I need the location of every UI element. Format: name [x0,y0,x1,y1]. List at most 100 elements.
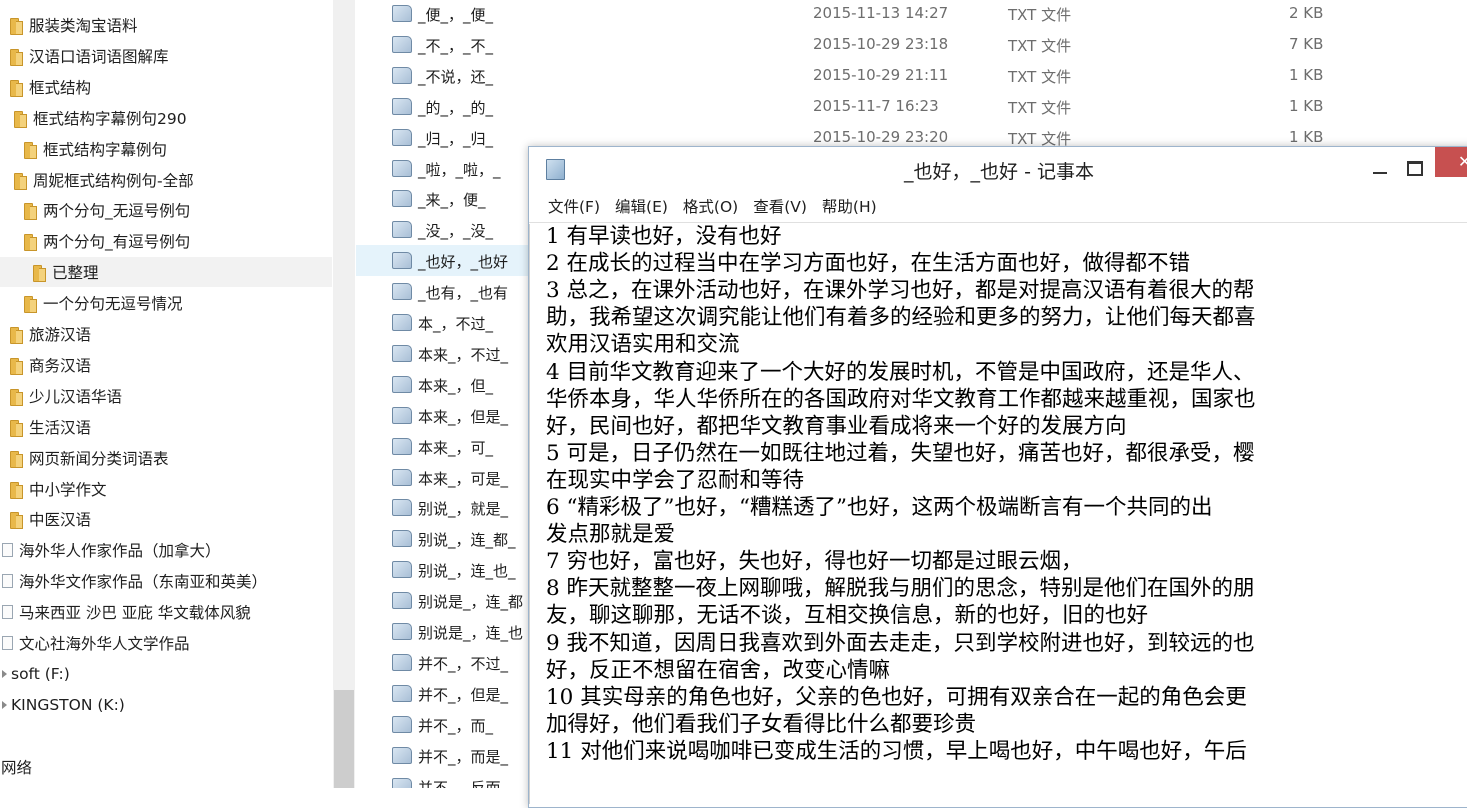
file-size: 1 KB [1289,96,1324,115]
folder-icon [10,450,23,468]
text-file-icon [392,684,412,702]
navigation-scrollbar[interactable] [333,0,355,788]
text-file-icon [392,437,412,455]
nav-item[interactable]: 一个分句无逗号情况 [0,288,332,318]
maximize-button[interactable] [1399,155,1429,181]
folder-icon [24,295,37,314]
notepad-text-area[interactable]: 1 有早读也好，没有也好 2 在成长的过程当中在学习方面也好，在生活方面也好，做得… [529,224,1467,804]
nav-item-label: 旅游汉语 [29,326,92,344]
nav-item[interactable]: 已整理 [0,257,332,288]
nav-item-label: 文心社海外华人文学作品 [19,635,190,653]
menu-item[interactable]: 文件(F) [548,195,600,217]
expand-arrow-icon[interactable] [2,669,7,678]
file-type: TXT 文件 [1008,36,1072,55]
folder-icon [24,202,37,221]
menu-item[interactable]: 查看(V) [753,195,807,217]
nav-item[interactable]: 中医汉语 [0,504,332,534]
nav-item[interactable]: 框式结构字幕例句290 [0,103,332,133]
file-size: 2 KB [1289,4,1324,22]
document-icon [2,605,13,620]
text-line: 友，聊这聊那，无话不谈，互相交换信息，新的也好，旧的也好 [546,603,1149,629]
text-line: 助，我希望这次调究能让他们有着多的经验和更多的努力，让他们每天都喜 [546,305,1256,331]
nav-item[interactable]: 商务汉语 [0,350,332,380]
folder-icon [33,264,46,283]
text-file-icon [392,623,412,640]
nav-item[interactable]: 周妮框式结构例句-全部 [0,165,332,195]
text-file-icon [392,653,412,671]
close-button[interactable] [1435,147,1467,177]
file-size: 1 KB [1289,65,1324,84]
nav-item[interactable]: 框式结构 [0,72,332,102]
nav-item[interactable]: 少儿汉语华语 [0,381,332,411]
file-name: _也有，_也有 [418,284,509,303]
nav-item-label: KINGSTON (K:) [11,695,125,714]
text-file-icon [392,592,412,610]
minimize-button[interactable] [1365,155,1395,181]
menu-item[interactable]: 格式(O) [683,195,738,217]
file-row[interactable]: _不_，_不_ 2015-10-29 23:18 TXT 文件 7 KB [356,29,1467,60]
file-name: 本来_，但是_ [418,407,509,426]
text-file-icon [392,252,412,270]
nav-item[interactable]: 两个分句_无逗号例句 [0,195,332,225]
nav-item[interactable]: 服装类淘宝语料 [0,10,332,40]
file-type: TXT 文件 [1008,6,1072,24]
notepad-window[interactable]: _也好，_也好 - 记事本 文件(F)编辑(E)格式(O)查看(V)帮助(H) … [528,146,1467,808]
menu-item[interactable]: 编辑(E) [615,195,668,217]
menu-item[interactable]: 帮助(H) [822,195,877,217]
file-name: 并不_，反而_ [418,778,509,789]
file-date: 2015-11-13 14:27 [813,4,949,22]
text-file-icon [392,283,412,301]
text-file-icon [392,344,412,362]
notepad-title: _也好，_也好 - 记事本 [904,161,1094,183]
nav-item[interactable]: 框式结构字幕例句 [0,134,332,164]
nav-item[interactable] [0,721,332,751]
nav-item[interactable]: soft (F:) [0,659,332,689]
text-file-icon [392,561,412,579]
text-file-icon [392,159,412,177]
nav-item[interactable]: 网页新闻分类词语表 [0,443,332,473]
text-file-icon [392,5,412,22]
text-file-icon [392,66,412,84]
nav-item[interactable]: 汉语口语词语图解库 [0,41,332,71]
nav-item[interactable]: KINGSTON (K:) [0,690,332,720]
file-row[interactable]: _便_，_便_ 2015-11-13 14:27 TXT 文件 2 KB [356,0,1467,29]
text-line: 在现实中学会了忍耐和等待 [546,467,805,493]
document-icon [2,636,13,650]
text-line: 10 其实母亲的角色也好，父亲的色也好，可拥有双亲合在一起的角色会更 [546,684,1247,710]
file-name: _的_，_的_ [418,98,494,117]
nav-item[interactable]: 文心社海外华人文学作品 [0,628,332,658]
text-file-icon [392,468,412,486]
nav-item[interactable]: 中小学作文 [0,474,332,504]
text-file-icon [392,777,412,788]
folder-icon [10,17,23,35]
nav-item-label: 框式结构字幕例句290 [33,109,187,128]
text-line: 8 昨天就整整一夜上网聊哦，解脱我与朋们的思念，特别是他们在国外的朋 [546,576,1255,602]
nav-item-label: 中医汉语 [29,511,92,530]
notepad-titlebar[interactable]: _也好，_也好 - 记事本 [529,147,1467,189]
nav-item[interactable]: 两个分句_有逗号例句 [0,226,332,256]
nav-item[interactable]: 海外华文作家作品（东南亚和英美） [0,566,332,596]
text-line: 加得好，他们看我们子女看得比什么都要珍贵 [546,711,977,737]
file-row[interactable]: _的_，_的_ 2015-11-7 16:23 TXT 文件 1 KB [356,91,1467,122]
text-line: 好，民间也好，都把华文教育事业看成将来一个好的发展方向 [546,413,1127,439]
document-icon [2,574,13,589]
nav-item[interactable]: 网络 [0,752,332,782]
nav-item[interactable]: 海外华人作家作品（加拿大） [0,535,332,565]
nav-item-label: 服装类淘宝语料 [29,17,138,35]
nav-item-label: 两个分句_有逗号例句 [43,233,191,252]
document-icon [2,543,13,558]
nav-item[interactable]: 旅游汉语 [0,319,332,349]
file-row[interactable]: _不说，还_ 2015-10-29 21:11 TXT 文件 1 KB [356,60,1467,91]
file-type: TXT 文件 [1008,67,1072,86]
file-name: _归_，_归_ [418,129,494,148]
text-line: 欢用汉语实用和交流 [546,332,740,358]
folder-icon [10,388,23,406]
navigation-scrollbar-thumb[interactable] [334,690,354,788]
expand-arrow-icon[interactable] [2,700,7,709]
nav-item[interactable]: 生活汉语 [0,412,332,442]
file-date: 2015-10-29 21:11 [813,65,949,84]
nav-item[interactable]: 马来西亚 沙巴 亚庇 华文载体风貌 [0,597,332,627]
nav-item-label: 生活汉语 [29,418,92,437]
nav-item-label: 周妮框式结构例句-全部 [33,171,194,190]
notepad-menubar: 文件(F) 编辑(E) 格式(O) 查看(V) 帮助(H) [529,189,1467,223]
